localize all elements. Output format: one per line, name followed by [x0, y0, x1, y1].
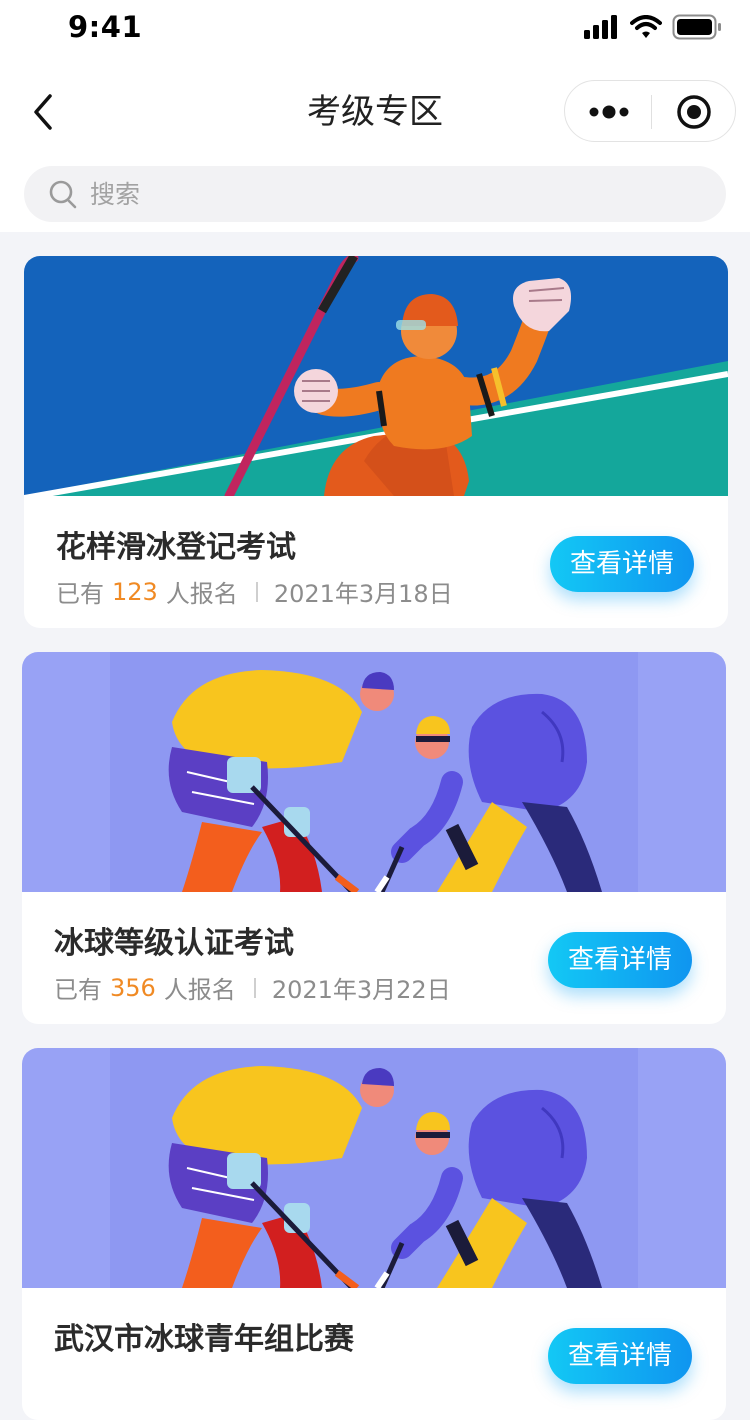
- chevron-left-icon: [34, 94, 52, 130]
- status-icons: [584, 12, 722, 42]
- meta-divider: [253, 977, 256, 998]
- target-close-icon: [677, 95, 711, 129]
- search-bar[interactable]: [24, 166, 726, 222]
- battery-icon: [672, 14, 721, 40]
- view-details-button[interactable]: 查看详情: [548, 1328, 692, 1384]
- signal-icon: [584, 15, 617, 39]
- exam-card[interactable]: 花样滑冰登记考试 已有 123 人报名 2021年3月18日 查看详情: [24, 256, 728, 628]
- card-meta: 已有 356 人报名 2021年3月22日: [54, 970, 451, 1005]
- close-button[interactable]: [652, 81, 736, 141]
- card-image-hockey-faceoff: [22, 652, 726, 892]
- registration-count: 123: [112, 577, 158, 606]
- view-details-button[interactable]: 查看详情: [548, 932, 692, 988]
- search-icon: [49, 180, 77, 209]
- card-title: 冰球等级认证考试: [54, 926, 294, 961]
- wifi-icon: [630, 15, 662, 38]
- exam-date: 2021年3月18日: [273, 580, 453, 608]
- meta-prefix: 已有: [56, 580, 104, 608]
- meta-divider: [255, 581, 258, 602]
- view-details-button[interactable]: 查看详情: [550, 536, 694, 592]
- status-time: 9:41: [68, 10, 143, 44]
- exam-card[interactable]: 武汉市冰球青年组比赛 查看详情: [22, 1048, 726, 1420]
- meta-suffix: 人报名: [165, 580, 238, 608]
- more-dots-icon: [589, 105, 629, 119]
- meta-suffix: 人报名: [163, 976, 236, 1004]
- card-image-hockey-faceoff: [22, 1048, 726, 1288]
- exam-date: 2021年3月22日: [271, 976, 451, 1004]
- card-meta: 已有 123 人报名 2021年3月18日: [56, 574, 453, 609]
- header: 9:41 考级专区: [0, 0, 750, 232]
- meta-prefix: 已有: [54, 976, 102, 1004]
- back-button[interactable]: [26, 90, 66, 134]
- card-title: 武汉市冰球青年组比赛: [54, 1322, 354, 1357]
- card-image-hockey-goalie: [24, 256, 728, 496]
- exam-card[interactable]: 冰球等级认证考试 已有 356 人报名 2021年3月22日 查看详情: [22, 652, 726, 1024]
- search-input[interactable]: [90, 166, 690, 222]
- card-title: 花样滑冰登记考试: [56, 530, 296, 565]
- more-button[interactable]: [565, 81, 651, 141]
- mini-program-capsule: [564, 80, 736, 142]
- registration-count: 356: [110, 973, 156, 1002]
